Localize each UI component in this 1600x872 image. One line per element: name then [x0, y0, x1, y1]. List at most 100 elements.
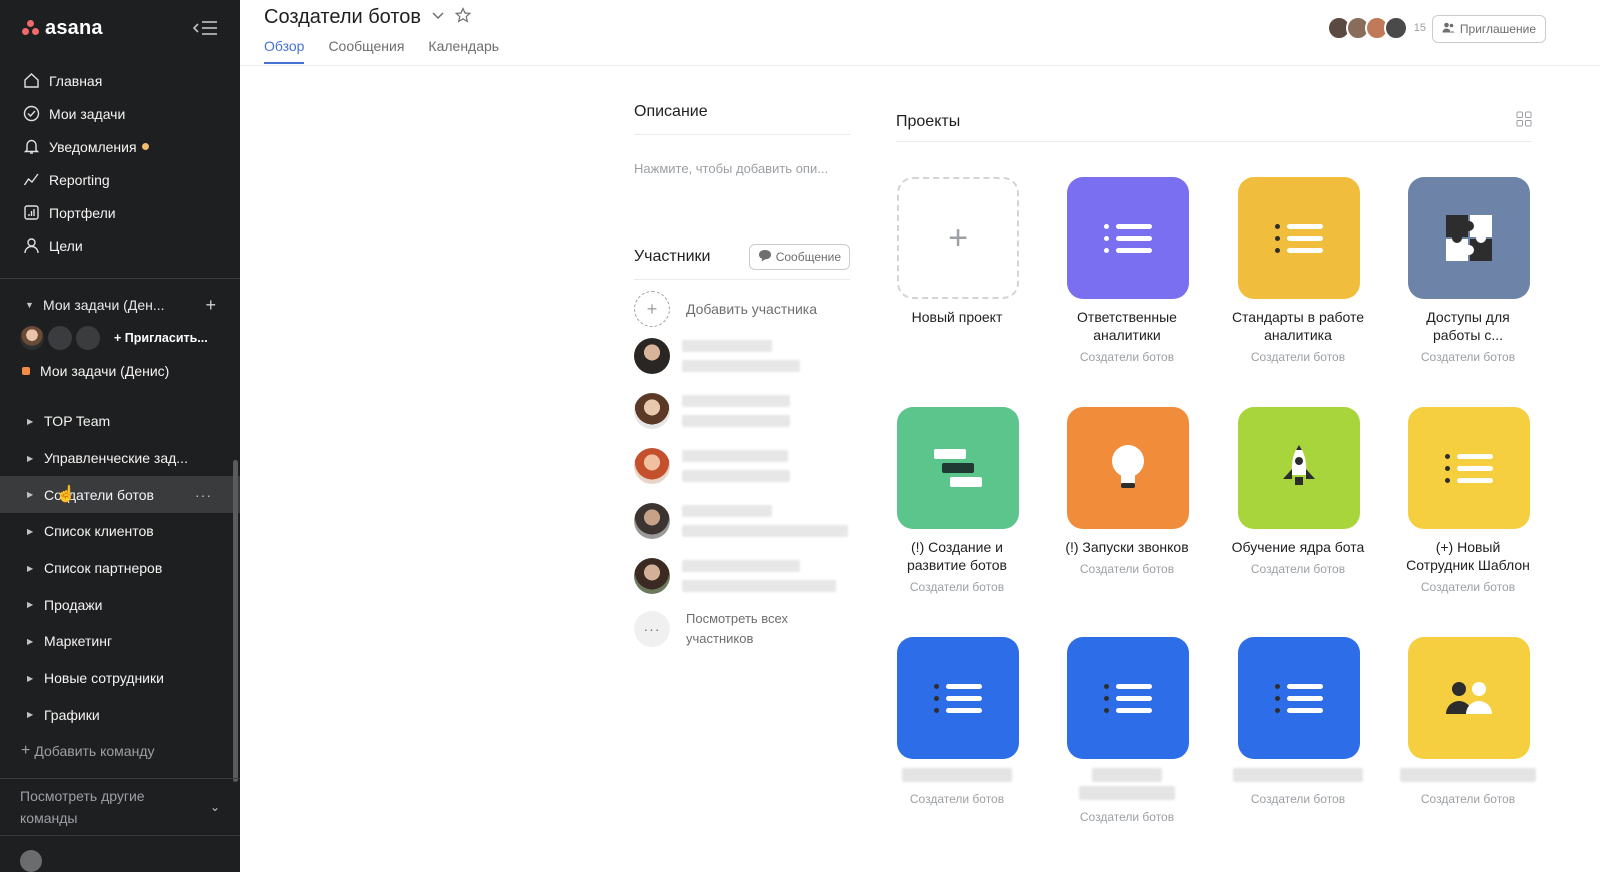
team-item[interactable]: ▶ Управленческие зад... — [0, 440, 240, 477]
participant-row[interactable] — [634, 328, 850, 383]
nav-label: Цели — [49, 237, 83, 254]
team-item[interactable]: ▶ Список клиентов — [0, 513, 240, 550]
team-item[interactable]: ▶ Продажи — [0, 586, 240, 623]
team-label: Продажи — [44, 596, 103, 613]
project-team: Создатели ботов — [1250, 792, 1346, 806]
invite-button-label: Приглашение — [1459, 22, 1536, 36]
invite-link[interactable]: + Пригласить... — [114, 331, 208, 345]
blurred-participant-info — [682, 559, 836, 592]
avatar — [634, 392, 670, 429]
people-icon — [1442, 22, 1455, 36]
avatar[interactable] — [1383, 16, 1408, 40]
plus-icon: + — [21, 742, 31, 760]
team-item-active[interactable]: ▶ Создатели ботов ··· ☝ — [0, 476, 240, 514]
expand-triangle-icon[interactable]: ▶ — [27, 564, 44, 573]
sidebar-divider — [0, 278, 240, 279]
sidebar: asana Главная Мои задачи Уведомления Rep… — [0, 0, 240, 872]
expand-triangle-icon[interactable]: ▶ — [27, 710, 44, 719]
header-members[interactable]: 15 — [1326, 16, 1426, 40]
asana-logo[interactable]: asana — [22, 17, 103, 40]
nav-item-portfolios[interactable]: Портфели — [0, 196, 240, 229]
project-name: (!) Запуски звонков Создатели ботов — [1042, 538, 1212, 578]
project-team: Создатели ботов — [1079, 350, 1175, 364]
section-title: Участники — [634, 248, 711, 265]
team-item[interactable]: ▶ TOP Team — [0, 403, 240, 440]
timeline-icon — [897, 407, 1019, 529]
team-item[interactable]: ▶ Новые сотрудники — [0, 660, 240, 697]
tab-messages[interactable]: Сообщения — [328, 38, 404, 64]
nav-label: Уведомления — [49, 138, 137, 155]
project-label: Мои задачи (Денис) — [40, 363, 170, 379]
blurred-project-name — [1092, 768, 1162, 782]
nav-item-my-tasks[interactable]: Мои задачи — [0, 97, 240, 130]
speech-bubble-icon — [758, 249, 772, 265]
projects-heading: Проекты — [896, 102, 1532, 142]
avatar[interactable] — [20, 326, 44, 350]
expand-triangle-icon[interactable]: ▶ — [27, 454, 44, 463]
grid-view-icon[interactable] — [1516, 111, 1532, 132]
blurred-participant-info — [682, 394, 790, 427]
other-teams-line1: Посмотреть другие — [20, 788, 145, 804]
view-all-line1: Посмотреть всех — [686, 611, 788, 626]
blurred-project-name — [1400, 768, 1536, 782]
chevron-down-icon[interactable]: ⌄ — [210, 796, 220, 818]
team-item[interactable]: ▶ Список партнеров — [0, 550, 240, 587]
plus-icon[interactable]: + — [897, 177, 1019, 299]
tab-calendar[interactable]: Календарь — [428, 38, 499, 64]
avatar — [634, 337, 670, 374]
more-options-icon[interactable]: ··· — [195, 487, 212, 503]
teams-list: ▶ TOP Team ▶ Управленческие зад... ▶ Создат… — [0, 403, 240, 733]
sidebar-scrollbar[interactable] — [233, 460, 238, 782]
project-my-tasks-denis[interactable]: Мои задачи (Денис) — [0, 355, 240, 387]
workspace-my-tasks-header[interactable]: ▼ Мои задачи (Ден... + — [0, 289, 240, 321]
list-icon — [1067, 637, 1189, 759]
expand-triangle-icon[interactable]: ▶ — [27, 674, 44, 683]
collapse-sidebar-icon[interactable] — [190, 18, 218, 38]
bell-icon — [22, 138, 40, 156]
team-item[interactable]: ▶ Графики — [0, 697, 240, 734]
nav-item-reporting[interactable]: Reporting — [0, 163, 240, 196]
team-item[interactable]: ▶ Маркетинг — [0, 623, 240, 660]
tab-overview[interactable]: Обзор — [264, 38, 305, 64]
blurred-participant-info — [682, 449, 790, 482]
nav-label: Портфели — [49, 204, 116, 221]
view-all-participants[interactable]: ··· Посмотреть всех участников — [634, 609, 850, 649]
nav-label: Reporting — [49, 171, 110, 188]
chevron-down-icon[interactable] — [431, 8, 445, 27]
expand-triangle-icon[interactable]: ▶ — [27, 490, 44, 499]
tabs: Обзор Сообщения Календарь — [264, 38, 499, 64]
expand-triangle-icon[interactable]: ▶ — [27, 527, 44, 536]
workspace-label: Мои задачи (Ден... — [43, 297, 165, 313]
expand-triangle-icon[interactable]: ▶ — [27, 637, 44, 646]
message-button[interactable]: Сообщение — [748, 244, 850, 270]
project-team: Создатели ботов — [1079, 562, 1175, 576]
avatar-placeholder[interactable] — [48, 326, 72, 350]
invite-button[interactable]: Приглашение — [1431, 15, 1546, 43]
hand-cursor-icon: ☝ — [56, 486, 76, 504]
participant-row[interactable] — [634, 383, 850, 438]
participant-row[interactable] — [634, 548, 850, 603]
project-team: Создатели ботов — [1420, 580, 1516, 594]
project-name: (!) Создание и развитие ботов Создатели бо… — [872, 538, 1042, 596]
view-other-teams[interactable]: Посмотреть другие команды ⌄ — [0, 778, 240, 836]
project-team: Создатели ботов — [909, 580, 1005, 594]
nav-item-goals[interactable]: Цели — [0, 229, 240, 262]
nav-item-home[interactable]: Главная — [0, 64, 240, 97]
expand-triangle-icon[interactable]: ▶ — [27, 417, 44, 426]
description-input[interactable]: Нажмите, чтобы добавить опи... — [634, 161, 850, 221]
expand-triangle-icon[interactable]: ▶ — [27, 600, 44, 609]
project-team: Создатели ботов — [909, 792, 1005, 806]
star-icon[interactable] — [454, 7, 472, 28]
blurred-participant-info — [682, 339, 800, 372]
user-avatar[interactable] — [20, 850, 42, 872]
section-title: Проекты — [896, 112, 961, 130]
add-team-label: Добавить команду — [34, 743, 155, 760]
add-participant-button[interactable]: + Добавить участника — [634, 290, 850, 328]
list-icon — [1238, 637, 1360, 759]
add-team-button[interactable]: + Добавить команду — [0, 733, 240, 769]
participant-row[interactable] — [634, 438, 850, 493]
participant-row[interactable] — [634, 493, 850, 548]
add-icon[interactable]: + — [205, 295, 216, 316]
avatar-placeholder[interactable] — [76, 326, 100, 350]
nav-item-notifications[interactable]: Уведомления — [0, 130, 240, 163]
